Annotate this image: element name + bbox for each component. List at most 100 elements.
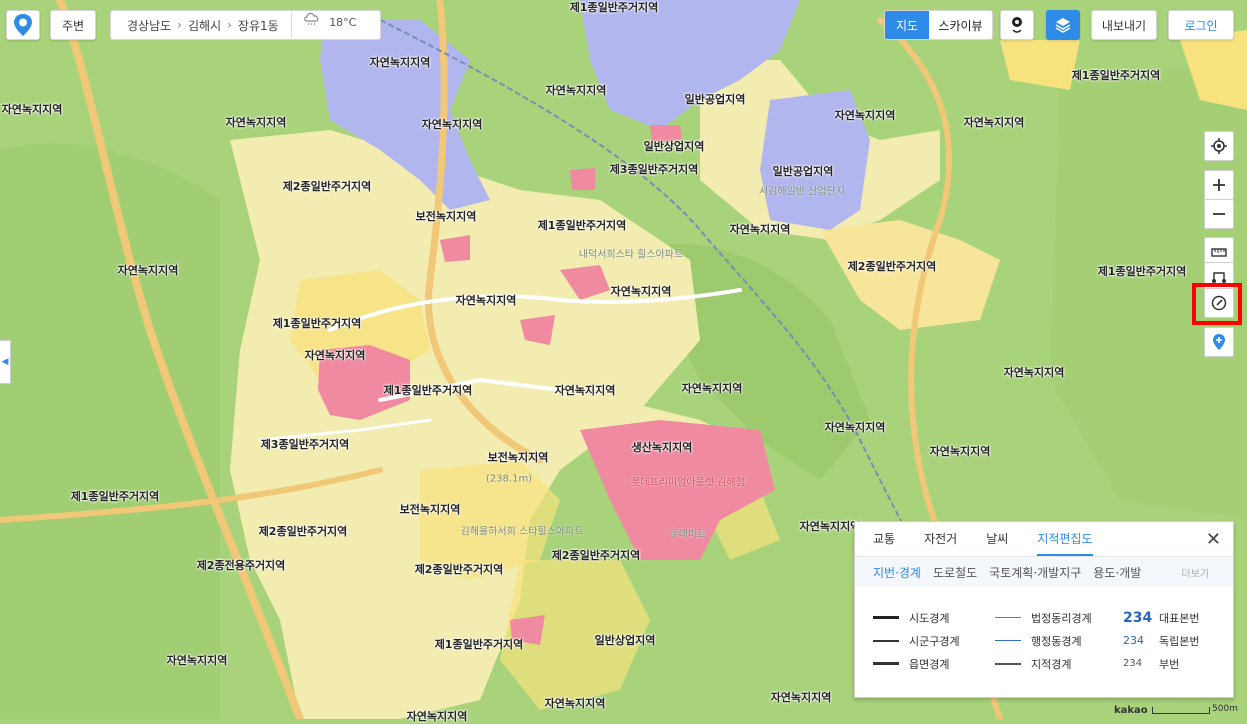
poi-label[interactable]: 내덕서희스타 힐스아파트 — [579, 246, 683, 261]
legend-row: 시군구경계 행정동경계 234 독립본번 — [873, 629, 1223, 652]
zone-label: 자연녹지지역 — [963, 116, 1025, 129]
legend-number: 234 — [1123, 658, 1143, 669]
zone-label: 보전녹지지역 — [399, 503, 461, 516]
map-type-toggle: 지도 스카이뷰 — [884, 10, 993, 40]
legend-row: 읍면경계 지적경계 234 부번 — [873, 652, 1223, 675]
gps-button[interactable] — [1204, 131, 1234, 161]
zone-label: 자연녹지지역 — [421, 118, 483, 131]
zone-label: 제1종일반주거지역 — [272, 317, 362, 330]
more-link[interactable]: 더보기 — [1181, 565, 1209, 580]
zone-label: 제2종일반주거지역 — [847, 260, 937, 273]
pin-button[interactable] — [1204, 327, 1234, 357]
zone-label: 제2종일반주거지역 — [258, 525, 348, 538]
zone-label: 제1종일반주거지역 — [434, 638, 524, 651]
legend-label: 부번 — [1159, 657, 1180, 671]
zone-label: 제2종일반주거지역 — [414, 563, 504, 576]
scale-bar — [1152, 707, 1210, 714]
tab-cadastral-map[interactable]: 지적편집도 — [1037, 522, 1093, 556]
legend: 시도경계 법정동리경계 234 대표본번 시군구경계 행정동경계 234 독립본번 … — [873, 606, 1223, 675]
zone-label: 자연녹지지역 — [610, 285, 672, 298]
tab-weather[interactable]: 날씨 — [986, 522, 1008, 556]
legend-label: 법정동리경계 — [1031, 611, 1092, 625]
ruler-icon — [1211, 248, 1227, 257]
tab-traffic[interactable]: 교통 — [873, 522, 895, 556]
poi-label[interactable]: 김해율하서희 스타힐스아파트 — [461, 523, 584, 538]
subtab-lot-boundary[interactable]: 지번·경계 — [873, 564, 921, 581]
legend-number: 234 — [1123, 609, 1153, 626]
weather-cloud-icon — [303, 12, 319, 26]
legend-label: 행정동경계 — [1031, 634, 1082, 648]
zone-label: 제1종일반주거지역 — [70, 490, 160, 503]
subtab-use-development[interactable]: 용도·개발 — [1093, 564, 1141, 581]
zone-label: 자연녹지지역 — [304, 349, 366, 362]
legend-label: 독립본번 — [1159, 634, 1200, 648]
legend-label: 시도경계 — [909, 611, 950, 625]
poi-label[interactable]: 서김해일반 산업단지 — [759, 183, 845, 198]
layers-button[interactable] — [1046, 10, 1080, 40]
zone-label: 자연녹지지역 — [799, 520, 861, 533]
zone-label: 자연녹지지역 — [929, 445, 991, 458]
weather-temp: 18°C — [329, 16, 357, 29]
zone-label: 제2종일반주거지역 — [282, 180, 372, 193]
cadastral-panel: 교통 자전거 날씨 지적편집도 ✕ 지번·경계 도로철도 국토계획·개발지구 용… — [854, 521, 1234, 698]
zone-label: 자연녹지지역 — [824, 421, 886, 434]
highlight-box — [1192, 283, 1242, 325]
zone-label: 자연녹지지역 — [729, 223, 791, 236]
zone-label: 자연녹지지역 — [166, 654, 228, 667]
zoom-out-icon — [1213, 213, 1225, 215]
login-button[interactable]: 로그인 — [1168, 10, 1234, 40]
subtab-road-rail[interactable]: 도로철도 — [933, 564, 977, 581]
panel-subtabs: 지번·경계 도로철도 국토계획·개발지구 용도·개발 더보기 — [855, 557, 1233, 587]
zone-label: 생산녹지지역 — [631, 441, 693, 454]
zone-label: 자연녹지지역 — [544, 697, 606, 710]
zone-label: 자연녹지지역 — [770, 691, 832, 704]
map-type-skyview[interactable]: 스카이뷰 — [929, 11, 992, 39]
zone-label: 제1종일반주거지역 — [537, 219, 627, 232]
export-button[interactable]: 내보내기 — [1091, 10, 1157, 40]
poi-label[interactable]: 롯데프리미엄아울렛 김해점 — [631, 474, 745, 489]
zone-label: 자연녹지지역 — [455, 294, 517, 307]
zoom-in-button[interactable] — [1204, 170, 1234, 200]
breadcrumb-dong[interactable]: 장유1동 — [238, 17, 279, 34]
zone-label: 자연녹지지역 — [117, 264, 179, 277]
zone-label: 제1종일반주거지역 — [569, 1, 659, 14]
poi-label: (238.1m) — [485, 473, 533, 485]
gps-icon — [1211, 138, 1227, 154]
kakao-map-logo-button[interactable] — [6, 10, 40, 40]
zone-label: 자연녹지지역 — [545, 84, 607, 97]
zone-label: 자연녹지지역 — [681, 382, 743, 395]
subtab-national-plan[interactable]: 국토계획·개발지구 — [989, 564, 1081, 581]
zone-label: 자연녹지지역 — [1, 103, 63, 116]
kakao-map-logo-icon — [14, 14, 32, 36]
panel-tabs: 교통 자전거 날씨 지적편집도 ✕ — [855, 522, 1233, 557]
collapse-arrow-icon[interactable]: ◀ — [0, 340, 11, 384]
zone-label: 일반상업지역 — [594, 634, 656, 647]
legend-label: 지적경계 — [1031, 657, 1072, 671]
tab-bicycle[interactable]: 자전거 — [924, 522, 957, 556]
nearby-button[interactable]: 주변 — [50, 10, 96, 40]
breadcrumb-city[interactable]: 김해시 — [188, 17, 221, 34]
zone-label: 일반공업지역 — [684, 93, 746, 106]
legend-row: 시도경계 법정동리경계 234 대표본번 — [873, 606, 1223, 629]
close-icon[interactable]: ✕ — [1206, 529, 1221, 550]
weather-widget[interactable]: 18°C — [290, 10, 357, 40]
streetview-icon — [1012, 17, 1022, 33]
zone-label: 자연녹지지역 — [406, 710, 468, 723]
layers-icon — [1055, 18, 1071, 33]
zone-label: 제1종일반주거지역 — [1097, 265, 1187, 278]
zone-label: 제2종전용주거지역 — [196, 559, 286, 572]
poi-label[interactable]: 롯데마트 — [670, 526, 707, 541]
scale-distance: 500m — [1212, 704, 1238, 714]
legend-label: 대표본번 — [1159, 611, 1200, 625]
chevron-right-icon: › — [227, 18, 232, 32]
map-type-map[interactable]: 지도 — [885, 11, 929, 39]
legend-label: 시군구경계 — [909, 634, 960, 648]
streetview-button[interactable] — [1000, 10, 1034, 40]
zone-label: 제2종일반주거지역 — [551, 549, 641, 562]
route-icon — [1212, 272, 1226, 283]
zone-label: 자연녹지지역 — [369, 56, 431, 69]
zoom-out-button[interactable] — [1204, 199, 1234, 229]
legend-number: 234 — [1123, 634, 1144, 647]
zone-label: 제3종일반주거지역 — [609, 163, 699, 176]
breadcrumb-province[interactable]: 경상남도 — [127, 17, 171, 34]
